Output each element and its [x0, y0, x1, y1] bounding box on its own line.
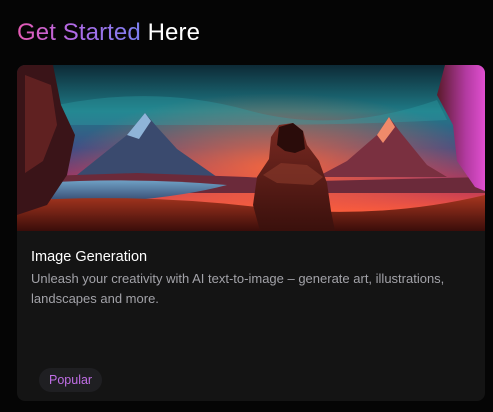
- card-description: Unleash your creativity with AI text-to-…: [31, 271, 445, 306]
- page: Get Started Here Image Generation Unleas…: [0, 0, 493, 412]
- page-title-highlight: Get Started: [17, 19, 141, 46]
- card-hero-image: [17, 65, 485, 231]
- card-title: Image Generation: [31, 249, 148, 265]
- popular-badge: Popular: [39, 368, 103, 392]
- image-generation-card[interactable]: Image Generation Unleash your creativity…: [17, 65, 485, 401]
- page-title-rest: Here: [147, 19, 201, 46]
- page-title: Get Started Here: [17, 16, 200, 50]
